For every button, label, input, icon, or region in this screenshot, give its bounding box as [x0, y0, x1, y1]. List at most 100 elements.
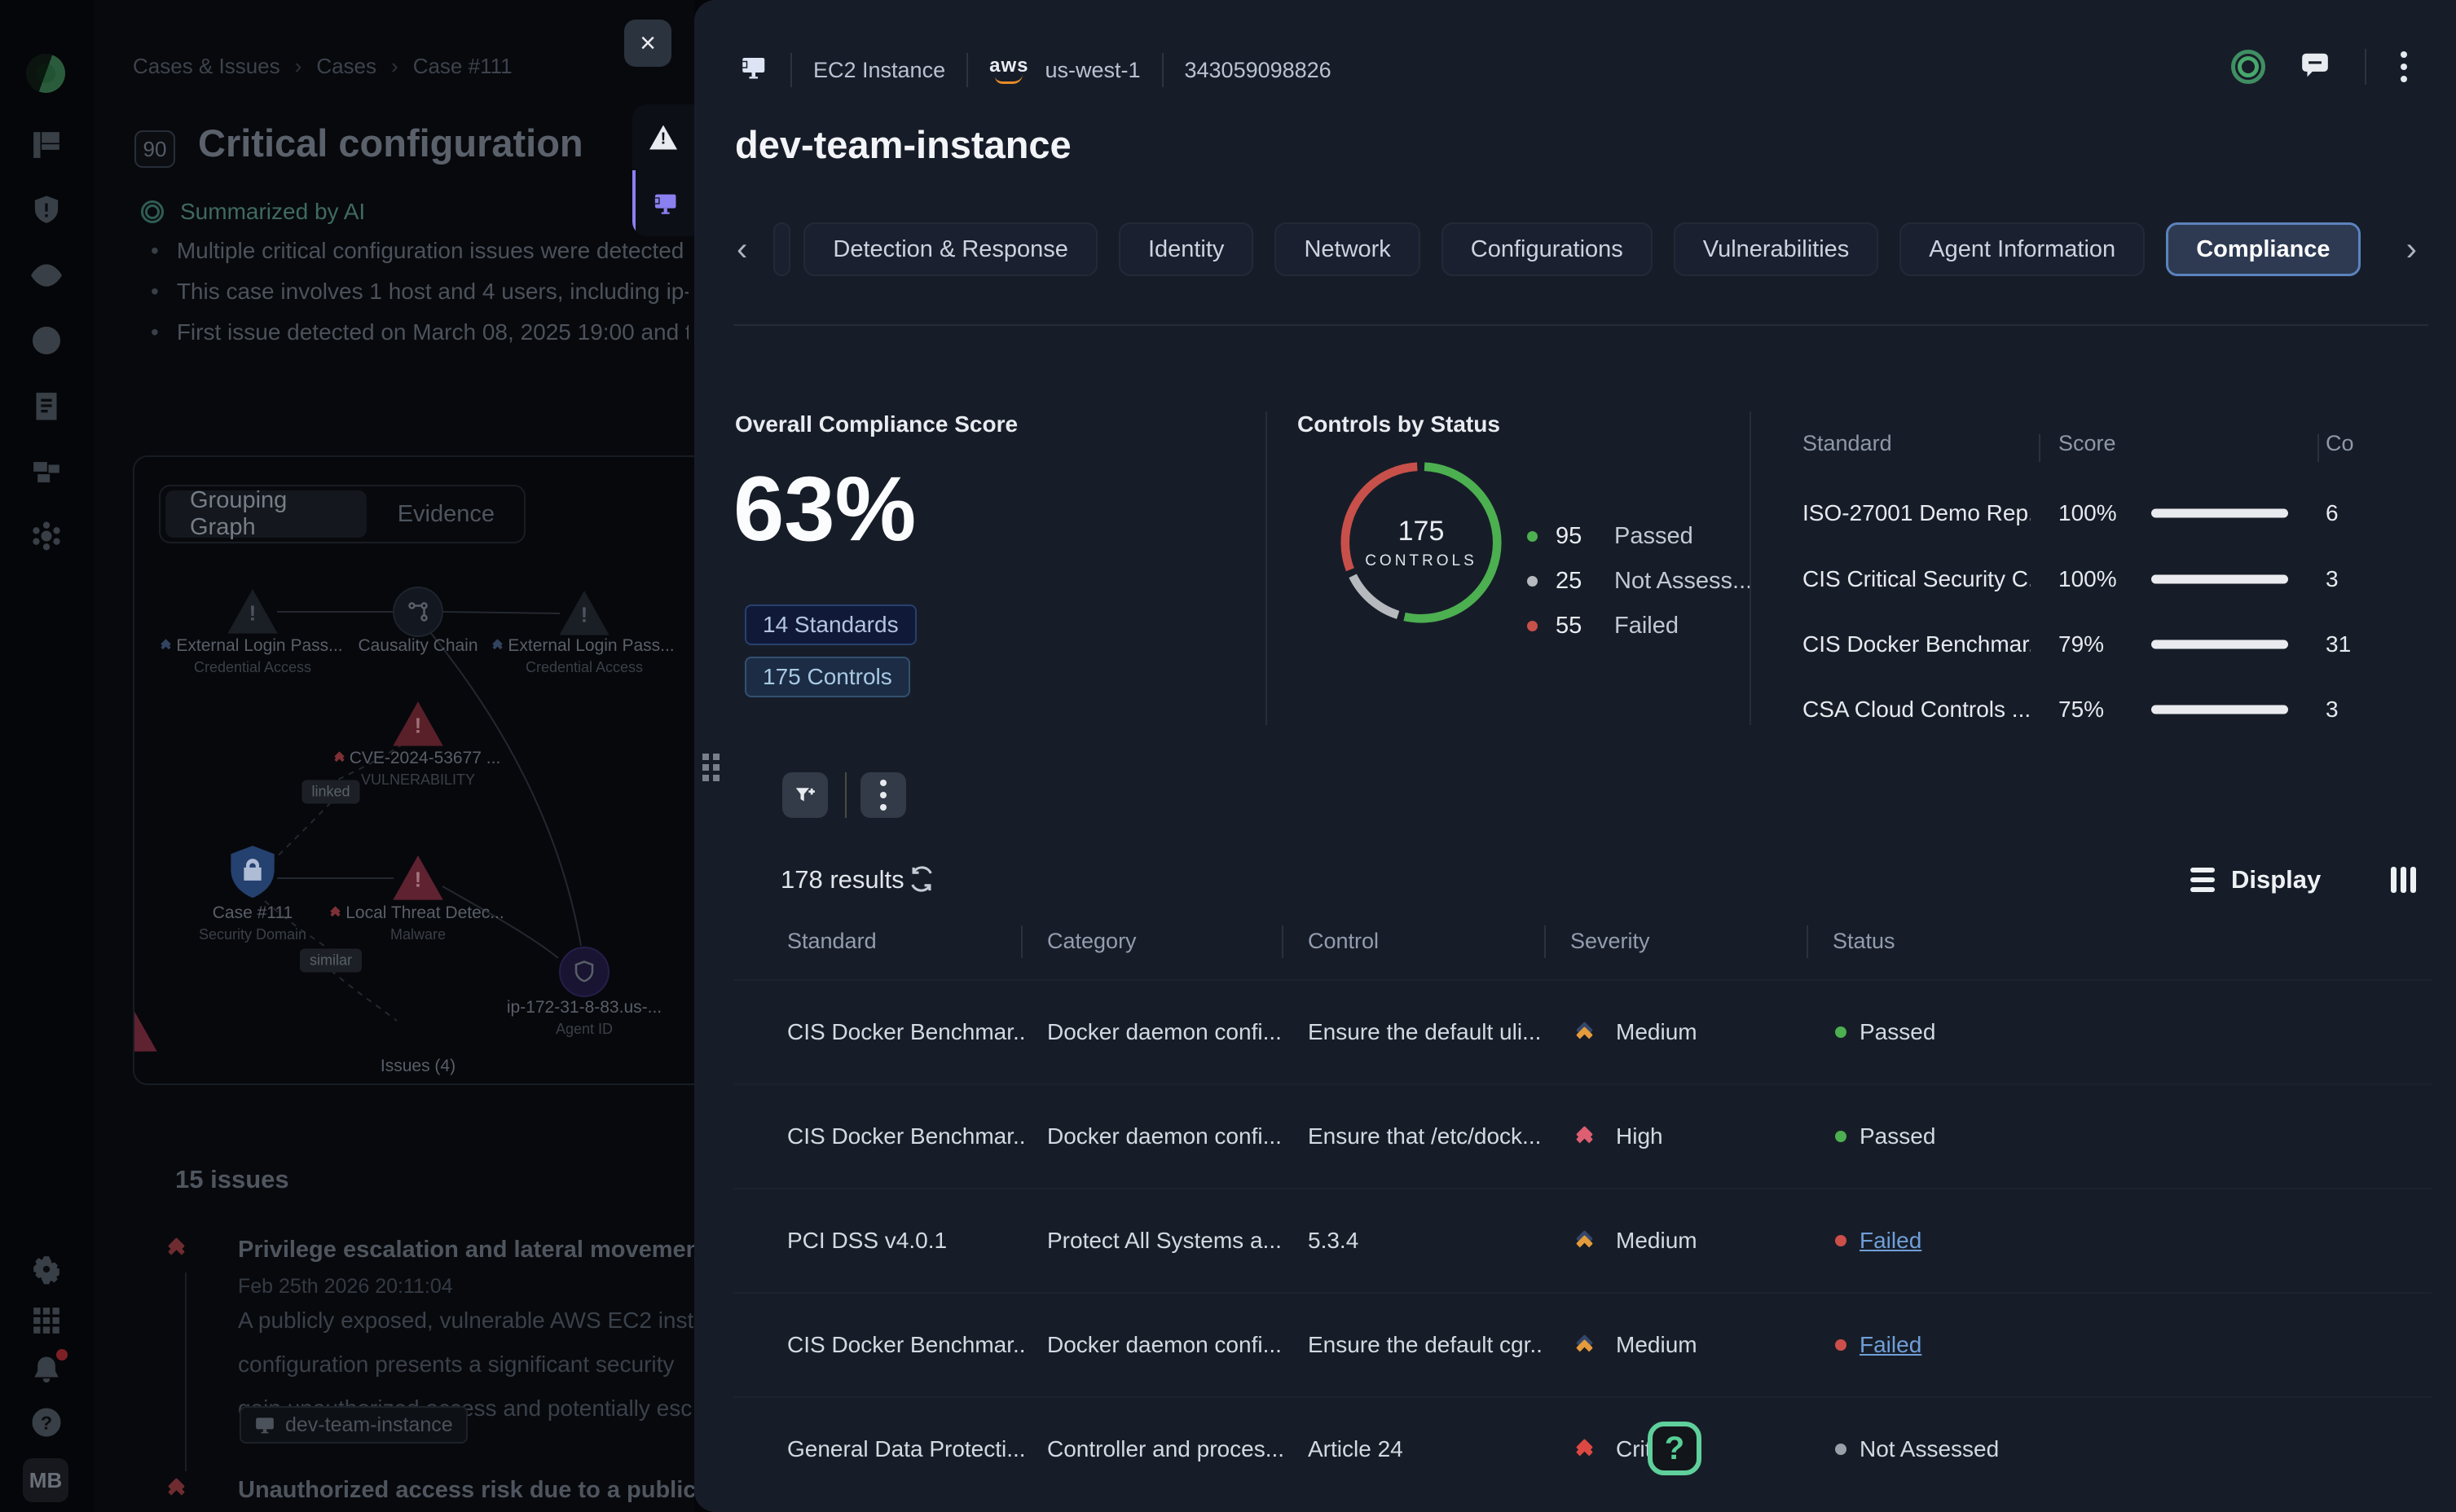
inventory-icon[interactable]: [28, 387, 65, 424]
settings-icon[interactable]: [28, 1250, 65, 1288]
graph-node-causality-chain[interactable]: [393, 587, 443, 637]
issue-description: A publicly exposed, vulnerable AWS EC2 i…: [238, 1308, 694, 1334]
graph-node-threat[interactable]: [392, 855, 444, 902]
more-menu-icon[interactable]: [2401, 51, 2407, 82]
col-category[interactable]: Category: [1047, 929, 1137, 954]
panel-resize-handle[interactable]: [702, 754, 720, 781]
graph-node-alert[interactable]: [558, 590, 610, 637]
graph-node-case[interactable]: [227, 847, 279, 910]
col-control[interactable]: Control: [1308, 929, 1379, 954]
ai-assistant-icon[interactable]: [2231, 50, 2265, 84]
ai-bullet: Multiple critical configuration issues w…: [151, 238, 689, 264]
severity-icon: [494, 640, 501, 651]
eye-icon[interactable]: [28, 257, 65, 294]
standards-badge[interactable]: 14 Standards: [745, 604, 917, 645]
severity-critical-icon: [170, 1480, 183, 1498]
columns-icon[interactable]: [2391, 867, 2416, 893]
col-severity[interactable]: Severity: [1570, 929, 1650, 954]
standard-row[interactable]: CSA Cloud Controls ... 75% 3: [1802, 710, 2422, 711]
table-row[interactable]: CIS Docker Benchmar... Docker daemon con…: [733, 1083, 2432, 1188]
column-header[interactable]: Co: [2326, 431, 2354, 456]
display-label[interactable]: Display: [2231, 865, 2321, 894]
tabs-scroll-left-icon[interactable]: ‹: [732, 231, 752, 268]
case-panel: Cases & Issues› Cases› Case #111 90 Crit…: [94, 0, 694, 1512]
column-header[interactable]: Score: [2058, 431, 2116, 456]
graph-node-sublabel: Malware: [296, 926, 540, 943]
status-dot: [1835, 1444, 1846, 1455]
col-status[interactable]: Status: [1833, 929, 1895, 954]
tabs-scroll-right-icon[interactable]: ›: [2401, 231, 2422, 268]
table-more-button[interactable]: [860, 772, 906, 818]
asset-detail-panel: EC2 Instance aws us-west-1 343059098826 …: [694, 0, 2456, 1512]
issues-heading: 15 issues: [175, 1165, 289, 1194]
help-hint-button[interactable]: ?: [1648, 1422, 1701, 1475]
standard-row[interactable]: ISO-27001 Demo Rep... 100% 6: [1802, 513, 2422, 515]
severity-icon: [336, 753, 343, 763]
radar-icon[interactable]: [28, 322, 65, 359]
help-icon[interactable]: ?: [28, 1404, 65, 1441]
graph-node-sublabel: Credential Access: [133, 659, 375, 676]
dashboard-icon[interactable]: [28, 126, 65, 164]
apps-icon[interactable]: [28, 1302, 65, 1339]
notifications-icon[interactable]: [28, 1352, 65, 1390]
status-text: Passed: [1860, 1123, 1935, 1149]
tab-identity[interactable]: Identity: [1119, 222, 1254, 276]
shield-alert-icon[interactable]: [28, 191, 65, 229]
side-toggle-stack: [632, 104, 694, 236]
issue-title[interactable]: Unauthorized access risk due to a public…: [238, 1477, 694, 1504]
table-row[interactable]: CIS Docker Benchmar... Docker daemon con…: [733, 1292, 2432, 1396]
tab-compliance[interactable]: Compliance: [2166, 222, 2360, 276]
filter-button[interactable]: [782, 772, 828, 818]
standard-row[interactable]: CIS Docker Benchmar... 79% 31: [1802, 644, 2422, 646]
table-row[interactable]: CIS Docker Benchmar... Docker daemon con…: [733, 979, 2432, 1083]
column-header[interactable]: Standard: [1802, 431, 1892, 456]
tab-vulnerabilities[interactable]: Vulnerabilities: [1674, 222, 1878, 276]
more-menu-icon: [880, 780, 887, 811]
breadcrumb-cases-issues[interactable]: Cases & Issues: [133, 54, 280, 79]
table-row[interactable]: General Data Protecti... Controller and …: [733, 1396, 2432, 1501]
controls-badge[interactable]: 175 Controls: [745, 657, 910, 697]
issues-timeline: [185, 1272, 187, 1471]
standard-row[interactable]: CIS Critical Security C... 100% 3: [1802, 579, 2422, 581]
breadcrumb-case-111[interactable]: Case #111: [413, 54, 513, 79]
tab-agent-information[interactable]: Agent Information: [1899, 222, 2145, 276]
col-standard[interactable]: Standard: [787, 929, 877, 954]
issue-date: Feb 25th 2026 20:11:04: [238, 1275, 453, 1299]
user-avatar[interactable]: MB: [23, 1458, 68, 1502]
asset-tag[interactable]: dev-team-instance: [240, 1406, 468, 1444]
graph-node-alert[interactable]: [227, 588, 279, 635]
graph-node-vulnerability[interactable]: [392, 701, 444, 748]
integrations-icon[interactable]: [28, 517, 65, 555]
severity-icon: [1570, 1233, 1598, 1250]
host-panel-toggle-button[interactable]: [632, 170, 694, 236]
severity-critical-icon: [170, 1240, 183, 1258]
status-dot: [1835, 1339, 1846, 1351]
org-icon[interactable]: [28, 452, 65, 490]
score-bar: [2151, 575, 2288, 584]
case-score-badge: 90: [134, 130, 175, 168]
issue-title[interactable]: Privilege escalation and lateral movemen…: [238, 1237, 694, 1264]
graph-node-label: Issues (4): [296, 1057, 540, 1076]
divider: [845, 772, 847, 818]
close-panel-button[interactable]: ×: [624, 20, 671, 67]
alerts-toggle-button[interactable]: [632, 104, 694, 170]
breadcrumb[interactable]: Cases & Issues› Cases› Case #111: [133, 54, 513, 79]
refresh-icon[interactable]: [908, 865, 935, 897]
status-text: Passed: [1860, 1019, 1935, 1045]
tab-configurations[interactable]: Configurations: [1441, 222, 1653, 276]
ai-summary-icon: [141, 200, 164, 223]
tab-detection-response[interactable]: Detection & Response: [803, 222, 1098, 276]
comments-icon[interactable]: [2300, 50, 2331, 85]
graph-node-agent[interactable]: [559, 947, 610, 997]
tab-network[interactable]: Network: [1274, 222, 1419, 276]
score-bar: [2151, 509, 2288, 518]
account-id: 343059098826: [1185, 58, 1331, 83]
orca-logo-icon[interactable]: [20, 48, 71, 99]
breadcrumb-cases[interactable]: Cases: [316, 54, 376, 79]
monitor-icon: [651, 190, 679, 218]
tab-partial[interactable]: [773, 222, 790, 276]
table-row[interactable]: PCI DSS v4.0.1 Protect All Systems a... …: [733, 1188, 2432, 1292]
display-icon[interactable]: [2190, 868, 2215, 892]
severity-icon: [162, 640, 169, 651]
compliance-score-label: Overall Compliance Score: [735, 411, 1018, 437]
